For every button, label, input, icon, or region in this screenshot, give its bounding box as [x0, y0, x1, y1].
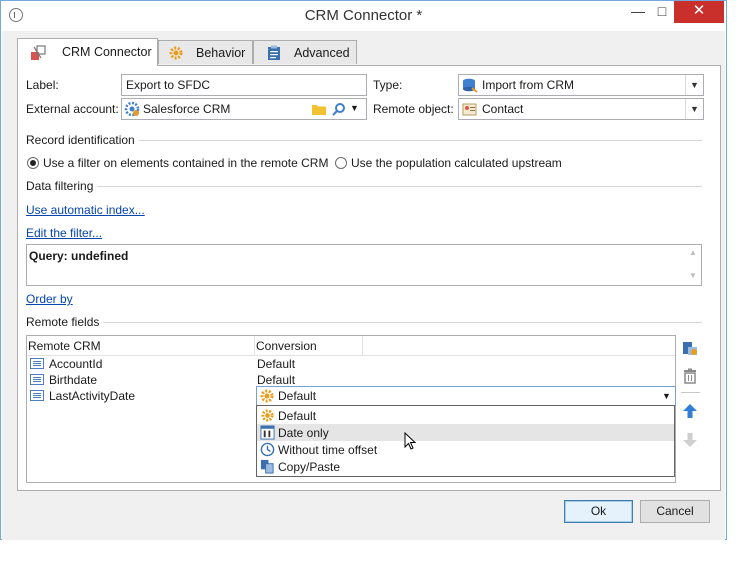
- folder-icon[interactable]: [312, 103, 326, 115]
- external-account-value: Salesforce CRM: [143, 102, 231, 116]
- contact-card-icon: [462, 103, 477, 116]
- list-field-icon: [30, 374, 44, 385]
- tab-behavior[interactable]: Behavior: [158, 40, 253, 64]
- option-label: Default: [278, 409, 317, 423]
- table-row[interactable]: AccountId Default: [27, 356, 675, 372]
- copy-paste-icon: [260, 459, 274, 474]
- label-caption: Label:: [26, 78, 59, 92]
- tab-crm-connector[interactable]: CRM Connector: [17, 38, 158, 66]
- ok-button[interactable]: Ok: [564, 500, 633, 523]
- chevron-down-icon[interactable]: ▼: [685, 99, 703, 119]
- cancel-button-label: Cancel: [656, 504, 694, 518]
- clock-icon: [260, 442, 275, 457]
- scroll-up-icon[interactable]: ▲: [689, 248, 697, 257]
- type-select[interactable]: Import from CRM ▼: [458, 74, 704, 96]
- option-copy-paste[interactable]: Copy/Paste: [257, 458, 674, 475]
- add-field-icon[interactable]: [682, 340, 698, 356]
- tab-label: CRM Connector: [62, 45, 152, 59]
- option-label: Copy/Paste: [278, 460, 341, 474]
- order-by-link[interactable]: Order by: [26, 292, 73, 306]
- option-date-only[interactable]: Date only: [257, 424, 674, 441]
- option-default[interactable]: Default: [257, 407, 674, 424]
- option-label: Date only: [278, 426, 329, 440]
- query-scrollbar[interactable]: ▲ ▼: [686, 245, 701, 285]
- gear-icon: [169, 46, 183, 60]
- record-identification-title: Record identification: [26, 133, 139, 147]
- tab-label: Behavior: [196, 46, 246, 60]
- chevron-down-icon[interactable]: ▼: [350, 103, 359, 113]
- clipboard-icon: [268, 45, 280, 60]
- chevron-down-icon[interactable]: ▼: [685, 75, 703, 95]
- field-conversion: Default: [257, 373, 296, 387]
- field-name: Birthdate: [49, 373, 98, 387]
- label-input[interactable]: Export to SFDC: [121, 74, 367, 96]
- scroll-down-icon[interactable]: ▼: [689, 271, 697, 280]
- automatic-index-link[interactable]: Use automatic index...: [26, 203, 145, 217]
- remote-object-select[interactable]: Contact ▼: [458, 98, 704, 120]
- move-down-icon[interactable]: [682, 432, 698, 448]
- tab-label: Advanced: [294, 46, 350, 60]
- remote-object-caption: Remote object:: [373, 102, 454, 116]
- filter-radio[interactable]: [27, 157, 39, 169]
- population-radio[interactable]: [335, 157, 347, 169]
- remote-object-value: Contact: [482, 102, 524, 116]
- query-text: Query: undefined: [29, 249, 129, 263]
- list-field-icon: [30, 358, 44, 369]
- search-icon[interactable]: [332, 102, 346, 116]
- option-label: Without time offset: [278, 443, 378, 457]
- title-bar[interactable]: CRM Connector * — □ ✕: [1, 1, 726, 31]
- gear-icon: [260, 389, 274, 403]
- calendar-icon: [260, 425, 275, 440]
- column-header-remote-crm[interactable]: Remote CRM: [27, 336, 255, 356]
- salesforce-account-icon: [124, 101, 140, 117]
- query-box[interactable]: Query: undefined ▲ ▼: [26, 244, 702, 286]
- filter-radio-label[interactable]: Use a filter on elements contained in th…: [43, 156, 328, 170]
- move-up-icon[interactable]: [682, 403, 698, 419]
- remote-fields-title: Remote fields: [26, 315, 104, 329]
- table-row[interactable]: LastActivityDate: [27, 388, 255, 404]
- data-filtering-title: Data filtering: [26, 179, 98, 193]
- type-caption: Type:: [373, 78, 403, 92]
- field-name: AccountId: [49, 357, 103, 371]
- list-field-icon: [30, 390, 44, 401]
- field-conversion: Default: [257, 357, 296, 371]
- external-account-field[interactable]: Salesforce CRM ▼: [121, 98, 367, 120]
- column-header-conversion[interactable]: Conversion: [255, 336, 363, 356]
- database-icon: [463, 78, 478, 93]
- external-account-caption: External account:: [26, 102, 119, 116]
- chevron-down-icon[interactable]: ▼: [658, 387, 675, 405]
- section-divider: [26, 186, 702, 187]
- ok-button-label: Ok: [590, 504, 607, 518]
- conversion-value: Default: [278, 389, 317, 403]
- cancel-button[interactable]: Cancel: [640, 500, 710, 523]
- close-button[interactable]: ✕: [674, 1, 724, 23]
- crm-connector-icon: [31, 45, 46, 60]
- section-divider: [26, 322, 702, 323]
- column-header-label: Conversion: [256, 339, 317, 353]
- column-header-filler: [363, 336, 675, 356]
- option-without-time-offset[interactable]: Without time offset: [257, 441, 674, 458]
- trash-icon[interactable]: [682, 368, 698, 384]
- edit-filter-link[interactable]: Edit the filter...: [26, 226, 102, 240]
- column-header-label: Remote CRM: [28, 339, 101, 353]
- gear-icon: [261, 409, 274, 422]
- label-input-value: Export to SFDC: [126, 78, 211, 92]
- tab-advanced[interactable]: Advanced: [253, 40, 357, 64]
- field-name: LastActivityDate: [49, 389, 136, 403]
- population-radio-label[interactable]: Use the population calculated upstream: [351, 156, 562, 170]
- conversion-select[interactable]: Default ▼: [256, 386, 676, 406]
- toolbar-divider: [681, 392, 700, 393]
- window-title: CRM Connector *: [304, 7, 423, 24]
- mouse-cursor-icon: [404, 432, 417, 450]
- conversion-dropdown: Default Date only Without time offset Co…: [256, 405, 675, 477]
- type-value: Import from CRM: [482, 78, 575, 92]
